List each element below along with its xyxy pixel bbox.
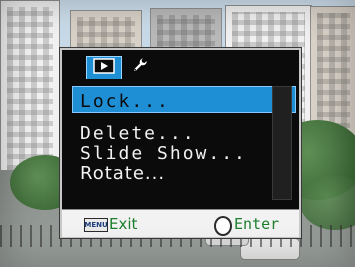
menu-item-label: Lock... <box>80 91 170 112</box>
menu-item-label: Rotate... <box>80 163 166 184</box>
menu-item-lock[interactable]: Lock... <box>80 92 170 112</box>
ok-button-icon <box>214 216 232 236</box>
camera-screen: Lock... Delete... Slide Show... Rotate..… <box>0 0 355 267</box>
menu-tabbar <box>62 50 299 80</box>
menu-item-delete[interactable]: Delete... <box>80 124 196 144</box>
menu-item-slide-show[interactable]: Slide Show... <box>80 144 247 164</box>
playback-menu-dialog: Lock... Delete... Slide Show... Rotate..… <box>60 48 301 238</box>
exit-hint: Exit <box>109 215 137 233</box>
menu-item-label: Delete... <box>80 123 196 144</box>
building <box>0 0 60 177</box>
menu-item-rotate[interactable]: Rotate... <box>80 164 165 184</box>
menu-key-icon: MENU <box>84 218 108 232</box>
menu-footer: MENU Exit Enter <box>62 209 299 237</box>
menu-item-label: Slide Show... <box>80 143 247 164</box>
playback-tab-icon <box>93 58 115 78</box>
tab-playback[interactable] <box>86 56 122 79</box>
wrench-icon <box>130 56 152 78</box>
menu-key-label: MENU <box>84 221 108 229</box>
tab-setup[interactable] <box>124 56 158 78</box>
playback-menu: Lock... Delete... Slide Show... Rotate..… <box>72 80 297 205</box>
exit-label: Exit <box>109 215 138 233</box>
enter-label: Enter <box>234 215 280 233</box>
enter-hint: Enter <box>234 215 279 233</box>
